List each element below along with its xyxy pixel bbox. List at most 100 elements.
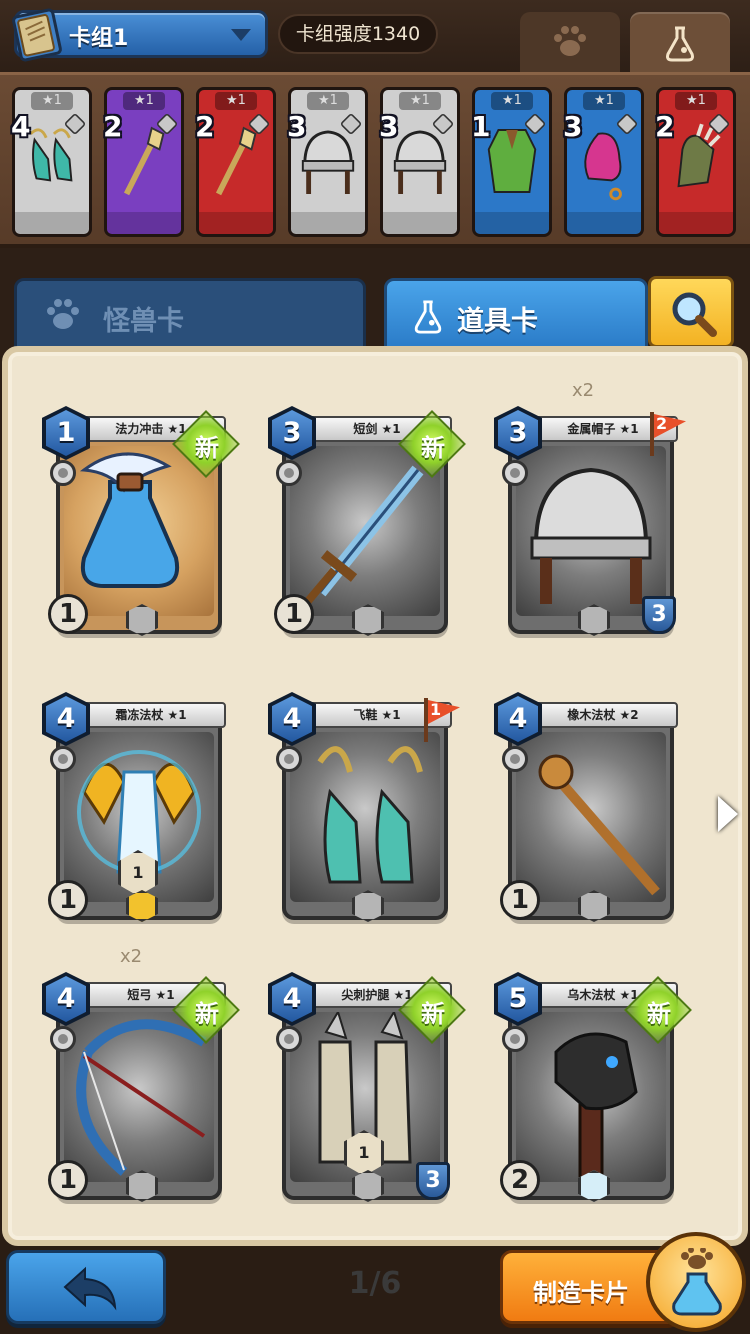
deck-card-cost: 4 <box>11 110 31 143</box>
deck-card-cost: 2 <box>103 110 123 143</box>
rarity-icon <box>276 460 302 486</box>
item-card[interactable]: 法力冲击 ★1 1 1 新 <box>42 406 240 636</box>
new-badge-label: 新 <box>647 1000 671 1028</box>
search-button[interactable] <box>648 276 734 348</box>
deck-card-footer <box>199 212 273 234</box>
deck-card-stars: ★1 <box>31 92 73 110</box>
rarity-icon <box>502 460 528 486</box>
card-art <box>516 732 666 902</box>
deck-card-stars: ★1 <box>491 92 533 110</box>
tab-monster-label: 怪兽卡 <box>103 306 184 337</box>
deck-card-stars: ★1 <box>123 92 165 110</box>
card-cost-value: 3 <box>272 410 312 456</box>
oakstaff-icon <box>538 754 660 896</box>
search-icon <box>672 292 717 337</box>
card-shield: 3 <box>642 596 676 634</box>
deck-card[interactable]: ★1 3 <box>563 87 644 237</box>
rarity-icon <box>50 460 76 486</box>
chevron-down-icon <box>231 29 251 41</box>
tab-item-cards[interactable]: 道具卡 <box>384 278 648 350</box>
deck-card-footer <box>659 212 733 234</box>
new-badge-label: 新 <box>195 434 219 462</box>
rarity-icon <box>50 746 76 772</box>
rarity-icon <box>50 1026 76 1052</box>
next-page-arrow-icon[interactable] <box>718 796 738 832</box>
rarity-icon <box>502 746 528 772</box>
card-count: x2 <box>572 380 595 401</box>
item-card[interactable]: 飞鞋 ★1 4 1 <box>268 692 460 922</box>
book-icon <box>12 8 62 62</box>
tab-monster-cards[interactable]: 怪兽卡 <box>14 278 366 350</box>
tab-items[interactable] <box>630 12 730 72</box>
wingboots-icon <box>317 746 423 884</box>
flag-count: 2 <box>656 414 668 433</box>
card-art <box>64 1012 214 1182</box>
deck-card-stars: ★1 <box>307 92 349 110</box>
paw-potion-icon <box>672 1248 722 1316</box>
potion-icon <box>79 452 179 588</box>
card-name: 霜冻法杖 ★1 <box>76 702 226 728</box>
deck-card-stars: ★1 <box>675 92 717 110</box>
back-button[interactable] <box>6 1250 166 1324</box>
card-cost-value: 4 <box>46 976 86 1022</box>
item-card[interactable]: 乌木法杖 ★1 5 2 新 <box>494 972 692 1202</box>
card-level: 1 <box>274 594 314 634</box>
ebonystaff-icon <box>554 1032 638 1182</box>
deck-card-footer <box>383 212 457 234</box>
deck-card-cost: 2 <box>195 110 215 143</box>
item-card[interactable]: 霜冻法杖 ★1 4 1 1 <box>42 692 226 922</box>
rarity-icon <box>276 1026 302 1052</box>
flag-pole <box>424 698 428 742</box>
helmet-icon <box>530 467 652 604</box>
flag-pole <box>650 412 654 456</box>
card-count: x2 <box>120 946 143 967</box>
card-cost-value: 4 <box>498 696 538 742</box>
item-card[interactable]: x2 金属帽子 ★1 3 3 2 <box>494 380 686 636</box>
deck-card-stars: ★1 <box>583 92 625 110</box>
card-cost-value: 4 <box>46 696 86 742</box>
deck-card-cost: 3 <box>287 110 307 143</box>
card-art <box>290 446 440 616</box>
deck-card-footer <box>291 212 365 234</box>
card-cost-value: 4 <box>272 696 312 742</box>
bottom-bar: 1/6 制造卡片 <box>0 1232 750 1334</box>
card-art <box>516 446 666 616</box>
item-card[interactable]: x2 短弓 ★1 4 1 新 <box>42 946 240 1202</box>
paw-icon <box>47 299 79 329</box>
flag-count: 1 <box>430 700 442 719</box>
deck-card[interactable]: ★1 3 <box>379 87 460 237</box>
deck-card[interactable]: ★1 3 <box>287 87 368 237</box>
new-badge-label: 新 <box>421 434 445 462</box>
deck-card-strip: ★1 4 ★1 2 ★1 2 ★1 3 ★1 3 ★1 1 ★1 3 ★1 2 <box>0 72 750 248</box>
deck-card-footer <box>567 212 641 234</box>
rarity-icon <box>502 1026 528 1052</box>
card-level: 2 <box>500 1160 540 1200</box>
tab-monsters[interactable] <box>520 12 620 72</box>
deck-card-cost: 3 <box>379 110 399 143</box>
new-badge-label: 新 <box>421 1000 445 1028</box>
deck-card[interactable]: ★1 4 <box>11 87 92 237</box>
deck-card[interactable]: ★1 2 <box>195 87 276 237</box>
flask-icon <box>666 26 694 62</box>
item-card[interactable]: 尖刺护腿 ★1 4 1 3 新 <box>268 972 466 1202</box>
deck-card[interactable]: ★1 2 <box>655 87 736 237</box>
deck-strength: 卡组强度1340 <box>278 14 438 54</box>
item-card[interactable]: 橡木法杖 ★2 4 1 <box>494 692 678 922</box>
card-art <box>64 446 214 616</box>
tab-item-label: 道具卡 <box>457 306 538 337</box>
deck-card-footer <box>107 212 181 234</box>
new-badge-label: 新 <box>195 1000 219 1028</box>
deck-selector[interactable]: 卡组1 <box>12 8 268 62</box>
deck-card-cost: 1 <box>471 110 491 143</box>
item-card[interactable]: 短剑 ★1 3 1 新 <box>268 406 466 636</box>
card-collection-panel: 法力冲击 ★1 1 1 新短剑 ★1 3 1 新 x2 金属帽子 ★1 3 3 2 霜冻法杖 ★1 4 1 1… <box>2 346 748 1246</box>
top-bar: 卡组1 卡组强度1340 <box>0 0 750 72</box>
deck-card[interactable]: ★1 2 <box>103 87 184 237</box>
card-cost-value: 3 <box>498 410 538 456</box>
flag-icon: 1 <box>422 698 460 742</box>
deck-card-cost: 3 <box>563 110 583 143</box>
craft-badge[interactable] <box>646 1232 746 1332</box>
deck-card[interactable]: ★1 1 <box>471 87 552 237</box>
card-cost-value: 1 <box>46 410 86 456</box>
back-arrow-icon <box>63 1266 117 1311</box>
